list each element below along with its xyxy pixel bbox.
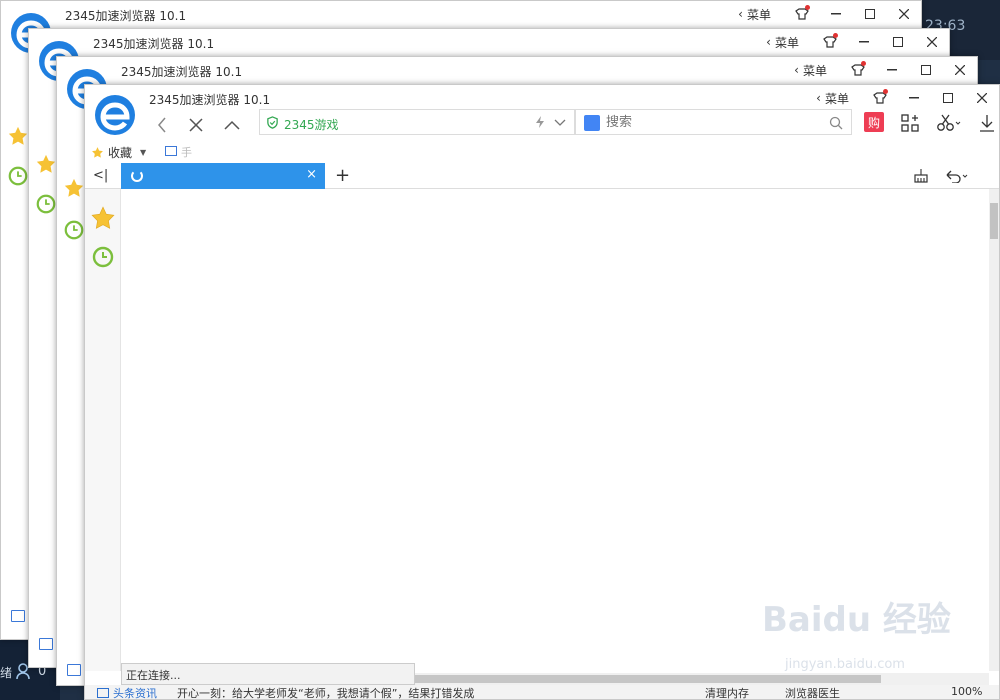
sidebar bbox=[85, 189, 121, 671]
home-button[interactable] bbox=[219, 113, 245, 137]
search-icon[interactable] bbox=[829, 116, 843, 130]
taskbar-label: 绪 bbox=[0, 666, 13, 680]
browser-doctor-button[interactable]: 浏览器医生 bbox=[785, 685, 840, 699]
menu-button[interactable]: ‹ 菜单 bbox=[766, 34, 799, 51]
skin-icon[interactable] bbox=[863, 85, 897, 111]
star-icon bbox=[92, 147, 103, 158]
window-title: 2345加速浏览器 10.1 bbox=[93, 37, 215, 51]
search-input[interactable] bbox=[606, 113, 816, 131]
chevron-down-icon[interactable] bbox=[554, 116, 566, 128]
maximize-button[interactable] bbox=[853, 1, 887, 27]
menu-label: 菜单 bbox=[824, 91, 849, 106]
news-link[interactable]: 头条资讯 bbox=[97, 685, 157, 699]
skin-icon[interactable] bbox=[785, 1, 819, 27]
maximize-button[interactable] bbox=[881, 29, 915, 55]
chevron-left-icon: ‹ bbox=[816, 91, 821, 105]
minimize-button[interactable] bbox=[819, 1, 853, 27]
menu-button[interactable]: ‹ 菜单 bbox=[794, 62, 827, 79]
search-box bbox=[575, 109, 852, 135]
favorites-bar: 收藏 ▼ 手 bbox=[85, 139, 999, 163]
title-bar: 2345加速浏览器 10.1 ‹ 菜单 bbox=[29, 29, 949, 81]
favorites-button[interactable]: 收藏 ▼ bbox=[91, 144, 146, 161]
stop-button[interactable] bbox=[183, 113, 209, 137]
title-bar: 2345加速浏览器 10.1 ‹ 菜单 bbox=[85, 85, 999, 135]
lightning-icon[interactable] bbox=[534, 116, 546, 128]
address-bar[interactable]: 2345游戏 bbox=[259, 109, 575, 135]
window-title: 2345加速浏览器 10.1 bbox=[149, 93, 271, 107]
favorites-secondary-label: 手 bbox=[181, 146, 192, 159]
title-bar: 2345加速浏览器 10.1 ‹ 菜单 bbox=[1, 1, 921, 53]
menu-label: 菜单 bbox=[802, 63, 827, 78]
vertical-scrollbar[interactable] bbox=[989, 189, 999, 671]
close-button[interactable] bbox=[915, 29, 949, 55]
address-site-label: 2345游戏 bbox=[284, 118, 339, 132]
favorites-label: 收藏 bbox=[108, 146, 133, 160]
star-icon[interactable] bbox=[35, 153, 57, 175]
connection-status: 正在连接... bbox=[121, 663, 415, 685]
skin-icon[interactable] bbox=[813, 29, 847, 55]
news-icon bbox=[97, 688, 109, 698]
minimize-button[interactable] bbox=[875, 57, 909, 83]
menu-label: 菜单 bbox=[774, 35, 799, 50]
new-tab-button[interactable]: + bbox=[335, 165, 350, 186]
screenshot-scissors-icon[interactable] bbox=[933, 111, 965, 135]
window-title: 2345加速浏览器 10.1 bbox=[65, 9, 187, 23]
undo-icon[interactable] bbox=[941, 166, 971, 186]
close-button[interactable] bbox=[887, 1, 921, 27]
search-engine-icon[interactable] bbox=[584, 115, 600, 131]
vertical-scroll-thumb[interactable] bbox=[990, 203, 998, 239]
tab-close-icon[interactable]: × bbox=[306, 167, 317, 182]
news-icon[interactable] bbox=[39, 638, 53, 650]
watermark-logo: Baidu 经验 bbox=[762, 600, 951, 640]
close-button[interactable] bbox=[965, 85, 999, 111]
tab-loading[interactable]: × bbox=[121, 163, 325, 189]
broom-clean-icon[interactable] bbox=[911, 166, 931, 186]
maximize-button[interactable] bbox=[909, 57, 943, 83]
mobile-icon[interactable] bbox=[165, 146, 177, 156]
zoom-level[interactable]: 100% bbox=[951, 685, 982, 698]
clock-icon[interactable] bbox=[91, 245, 115, 269]
minimize-button[interactable] bbox=[847, 29, 881, 55]
chevron-left-icon: ‹ bbox=[794, 63, 799, 77]
shield-icon bbox=[267, 116, 278, 129]
title-bar: 2345加速浏览器 10.1 ‹ 菜单 bbox=[57, 57, 977, 109]
star-icon[interactable] bbox=[7, 125, 29, 147]
status-bar: 头条资讯 开心一刻：给大学老师发“老师，我想请个假”，结果打错发成 清理内存 浏… bbox=[85, 685, 999, 699]
star-icon[interactable] bbox=[90, 205, 116, 231]
news-icon[interactable] bbox=[11, 610, 25, 622]
minimize-button[interactable] bbox=[897, 85, 931, 111]
menu-button[interactable]: ‹ 菜单 bbox=[816, 90, 849, 107]
loading-spinner-icon bbox=[131, 170, 143, 182]
news-headline[interactable]: 开心一刻：给大学老师发“老师，我想请个假”，结果打错发成 bbox=[177, 685, 474, 699]
news-icon[interactable] bbox=[67, 664, 81, 676]
clock-icon[interactable] bbox=[7, 165, 29, 187]
tab-strip: <| × + bbox=[85, 163, 999, 189]
apps-icon[interactable] bbox=[898, 111, 922, 135]
window-title: 2345加速浏览器 10.1 bbox=[121, 65, 243, 79]
shopping-button[interactable]: 购 bbox=[864, 112, 884, 132]
clean-memory-button[interactable]: 清理内存 bbox=[705, 685, 749, 699]
clock-icon[interactable] bbox=[63, 219, 85, 241]
chevron-left-icon: ‹ bbox=[766, 35, 771, 49]
menu-button[interactable]: ‹ 菜单 bbox=[738, 6, 771, 23]
star-icon[interactable] bbox=[63, 177, 85, 199]
download-icon[interactable] bbox=[975, 111, 999, 135]
menu-label: 菜单 bbox=[746, 7, 771, 22]
watermark-url: jingyan.baidu.com bbox=[785, 657, 905, 672]
news-label: 头条资讯 bbox=[113, 687, 157, 699]
caret-down-icon: ▼ bbox=[140, 148, 147, 157]
close-button[interactable] bbox=[943, 57, 977, 83]
maximize-button[interactable] bbox=[931, 85, 965, 111]
clock-icon[interactable] bbox=[35, 193, 57, 215]
sidebar-toggle-icon[interactable]: <| bbox=[93, 168, 108, 183]
chevron-left-icon: ‹ bbox=[738, 7, 743, 21]
back-button[interactable] bbox=[149, 113, 175, 137]
skin-icon[interactable] bbox=[841, 57, 875, 83]
